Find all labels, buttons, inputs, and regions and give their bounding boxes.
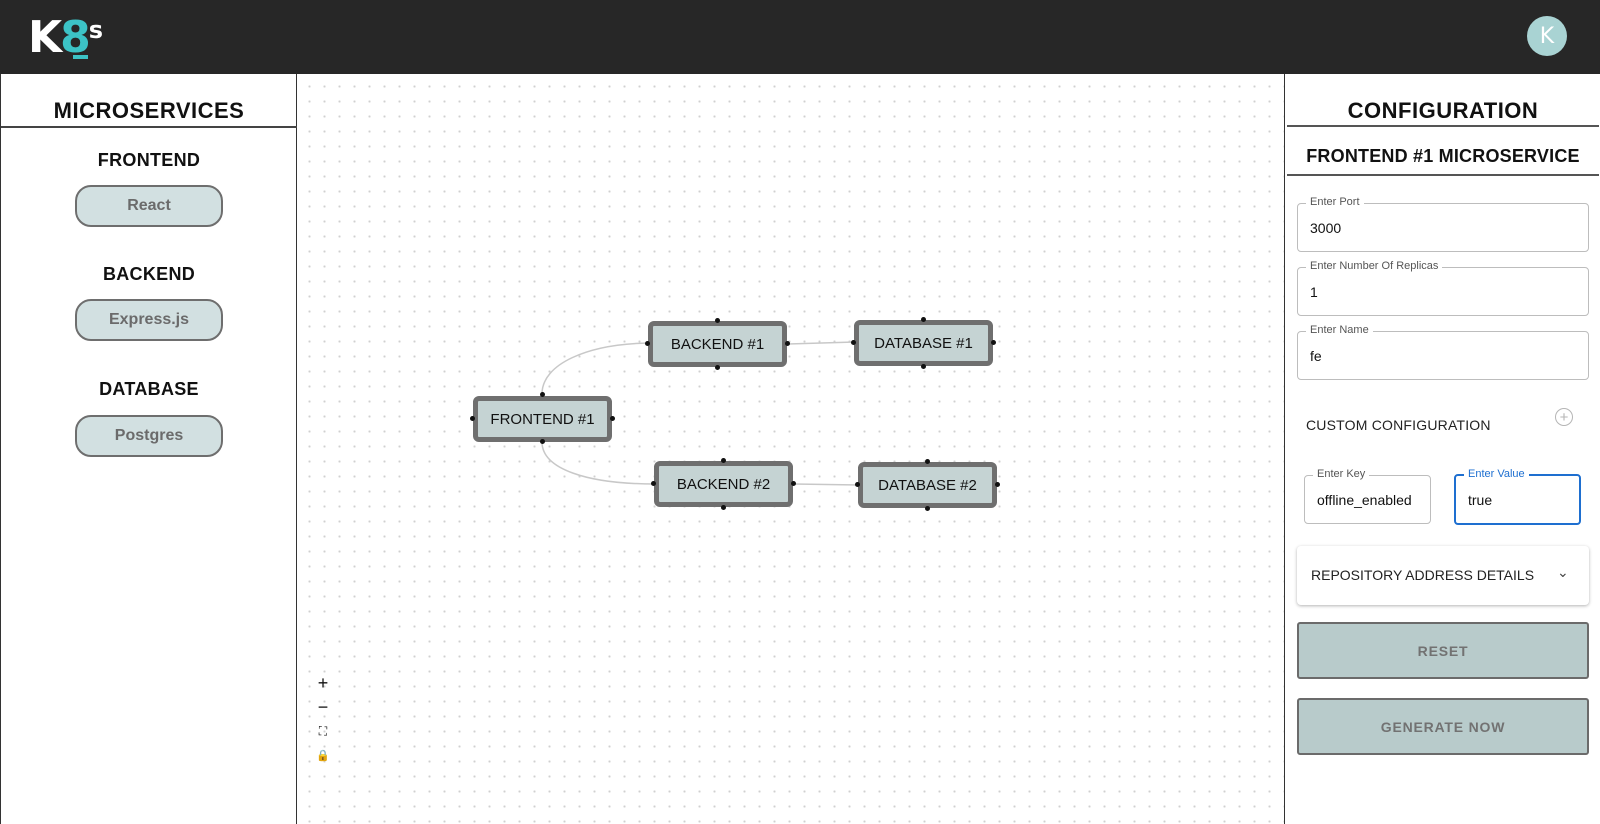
- flow-canvas[interactable]: FRONTEND #1 BACKEND #1 DATABASE #1 BACKE…: [297, 74, 1284, 824]
- handle-left[interactable]: [855, 482, 860, 487]
- name-value[interactable]: fe: [1310, 348, 1322, 364]
- key-field[interactable]: Enter Key offline_enabled: [1304, 468, 1431, 524]
- edges-layer: [541, 341, 860, 486]
- add-config-icon[interactable]: +: [1555, 408, 1573, 426]
- generate-now-button[interactable]: GENERATE NOW: [1297, 698, 1589, 755]
- handle-right[interactable]: [610, 416, 615, 421]
- handle-top[interactable]: [721, 458, 726, 463]
- node-backend-2[interactable]: BACKEND #2: [654, 461, 793, 507]
- database-section-label: DATABASE: [99, 379, 199, 399]
- custom-configuration-label: CUSTOM CONFIGURATION: [1306, 417, 1491, 433]
- handle-right[interactable]: [785, 341, 790, 346]
- subtitle-divider: [1287, 174, 1599, 176]
- handle-left[interactable]: [470, 416, 475, 421]
- replicas-field[interactable]: Enter Number Of Replicas 1: [1297, 260, 1589, 316]
- node-backend-1[interactable]: BACKEND #1: [648, 321, 787, 367]
- zoom-out-button[interactable]: −: [311, 695, 335, 719]
- handle-top[interactable]: [540, 392, 545, 397]
- microservice-subtitle: FRONTEND #1 MICROSERVICE: [1306, 146, 1580, 166]
- replicas-value[interactable]: 1: [1310, 284, 1318, 300]
- value-label: Enter Value: [1464, 468, 1529, 480]
- handle-right[interactable]: [991, 340, 996, 345]
- configuration-panel: CONFIGURATION FRONTEND #1 MICROSERVICE E…: [1284, 74, 1600, 824]
- frontend-section-label: FRONTEND: [97, 150, 201, 170]
- handle-top[interactable]: [715, 318, 720, 323]
- top-bar: K 8 s K: [0, 0, 1600, 74]
- handle-bottom[interactable]: [921, 364, 926, 369]
- handle-bottom[interactable]: [540, 439, 545, 444]
- handle-right[interactable]: [791, 481, 796, 486]
- k8s-logo: K 8 s: [28, 16, 103, 60]
- logo-8: 8: [60, 12, 91, 63]
- handle-right[interactable]: [995, 482, 1000, 487]
- handle-bottom[interactable]: [721, 505, 726, 510]
- express-item[interactable]: Express.js: [75, 299, 223, 341]
- logo-underline: [73, 55, 88, 59]
- replicas-label: Enter Number Of Replicas: [1306, 260, 1443, 272]
- logo-k: K: [28, 12, 62, 63]
- node-frontend-1[interactable]: FRONTEND #1: [473, 396, 612, 442]
- edge-backend1-database1: [787, 341, 856, 345]
- react-item[interactable]: React: [75, 185, 223, 227]
- reset-button[interactable]: RESET: [1297, 622, 1589, 679]
- backend-section-label: BACKEND: [102, 264, 196, 284]
- repository-label: REPOSITORY ADDRESS DETAILS: [1311, 567, 1535, 583]
- port-field[interactable]: Enter Port 3000: [1297, 196, 1589, 252]
- configuration-title: CONFIGURATION: [1347, 98, 1539, 123]
- handle-bottom[interactable]: [715, 365, 720, 370]
- microservices-title: MICROSERVICES: [53, 98, 245, 123]
- title-divider: [1, 126, 297, 128]
- handle-top[interactable]: [925, 459, 930, 464]
- port-value[interactable]: 3000: [1310, 220, 1341, 236]
- edge-backend2-database2: [793, 483, 860, 486]
- zoom-in-button[interactable]: +: [311, 671, 335, 695]
- microservices-panel: MICROSERVICES FRONTEND React BACKEND Exp…: [0, 74, 297, 824]
- value-value[interactable]: true: [1468, 492, 1492, 508]
- handle-left[interactable]: [651, 481, 656, 486]
- port-label: Enter Port: [1306, 196, 1364, 208]
- node-database-2[interactable]: DATABASE #2: [858, 462, 997, 508]
- name-label: Enter Name: [1306, 324, 1373, 336]
- handle-left[interactable]: [851, 340, 856, 345]
- fit-view-icon[interactable]: ⛶: [311, 719, 335, 743]
- lock-icon[interactable]: 🔒: [311, 743, 335, 767]
- user-avatar[interactable]: K: [1527, 16, 1567, 56]
- edge-frontend1-backend2: [541, 441, 656, 485]
- repository-details-accordion[interactable]: REPOSITORY ADDRESS DETAILS ⌄: [1297, 546, 1589, 605]
- key-label: Enter Key: [1313, 468, 1370, 480]
- logo-s: s: [88, 16, 104, 44]
- handle-left[interactable]: [645, 341, 650, 346]
- key-value[interactable]: offline_enabled: [1317, 492, 1412, 508]
- postgres-item[interactable]: Postgres: [75, 415, 223, 457]
- edge-frontend1-backend1: [541, 342, 650, 395]
- handle-bottom[interactable]: [925, 506, 930, 511]
- chevron-down-icon: ⌄: [1557, 564, 1569, 580]
- handle-top[interactable]: [921, 317, 926, 322]
- name-field[interactable]: Enter Name fe: [1297, 324, 1589, 380]
- title-divider: [1287, 125, 1599, 127]
- value-field[interactable]: Enter Value true: [1454, 468, 1581, 525]
- node-database-1[interactable]: DATABASE #1: [854, 320, 993, 366]
